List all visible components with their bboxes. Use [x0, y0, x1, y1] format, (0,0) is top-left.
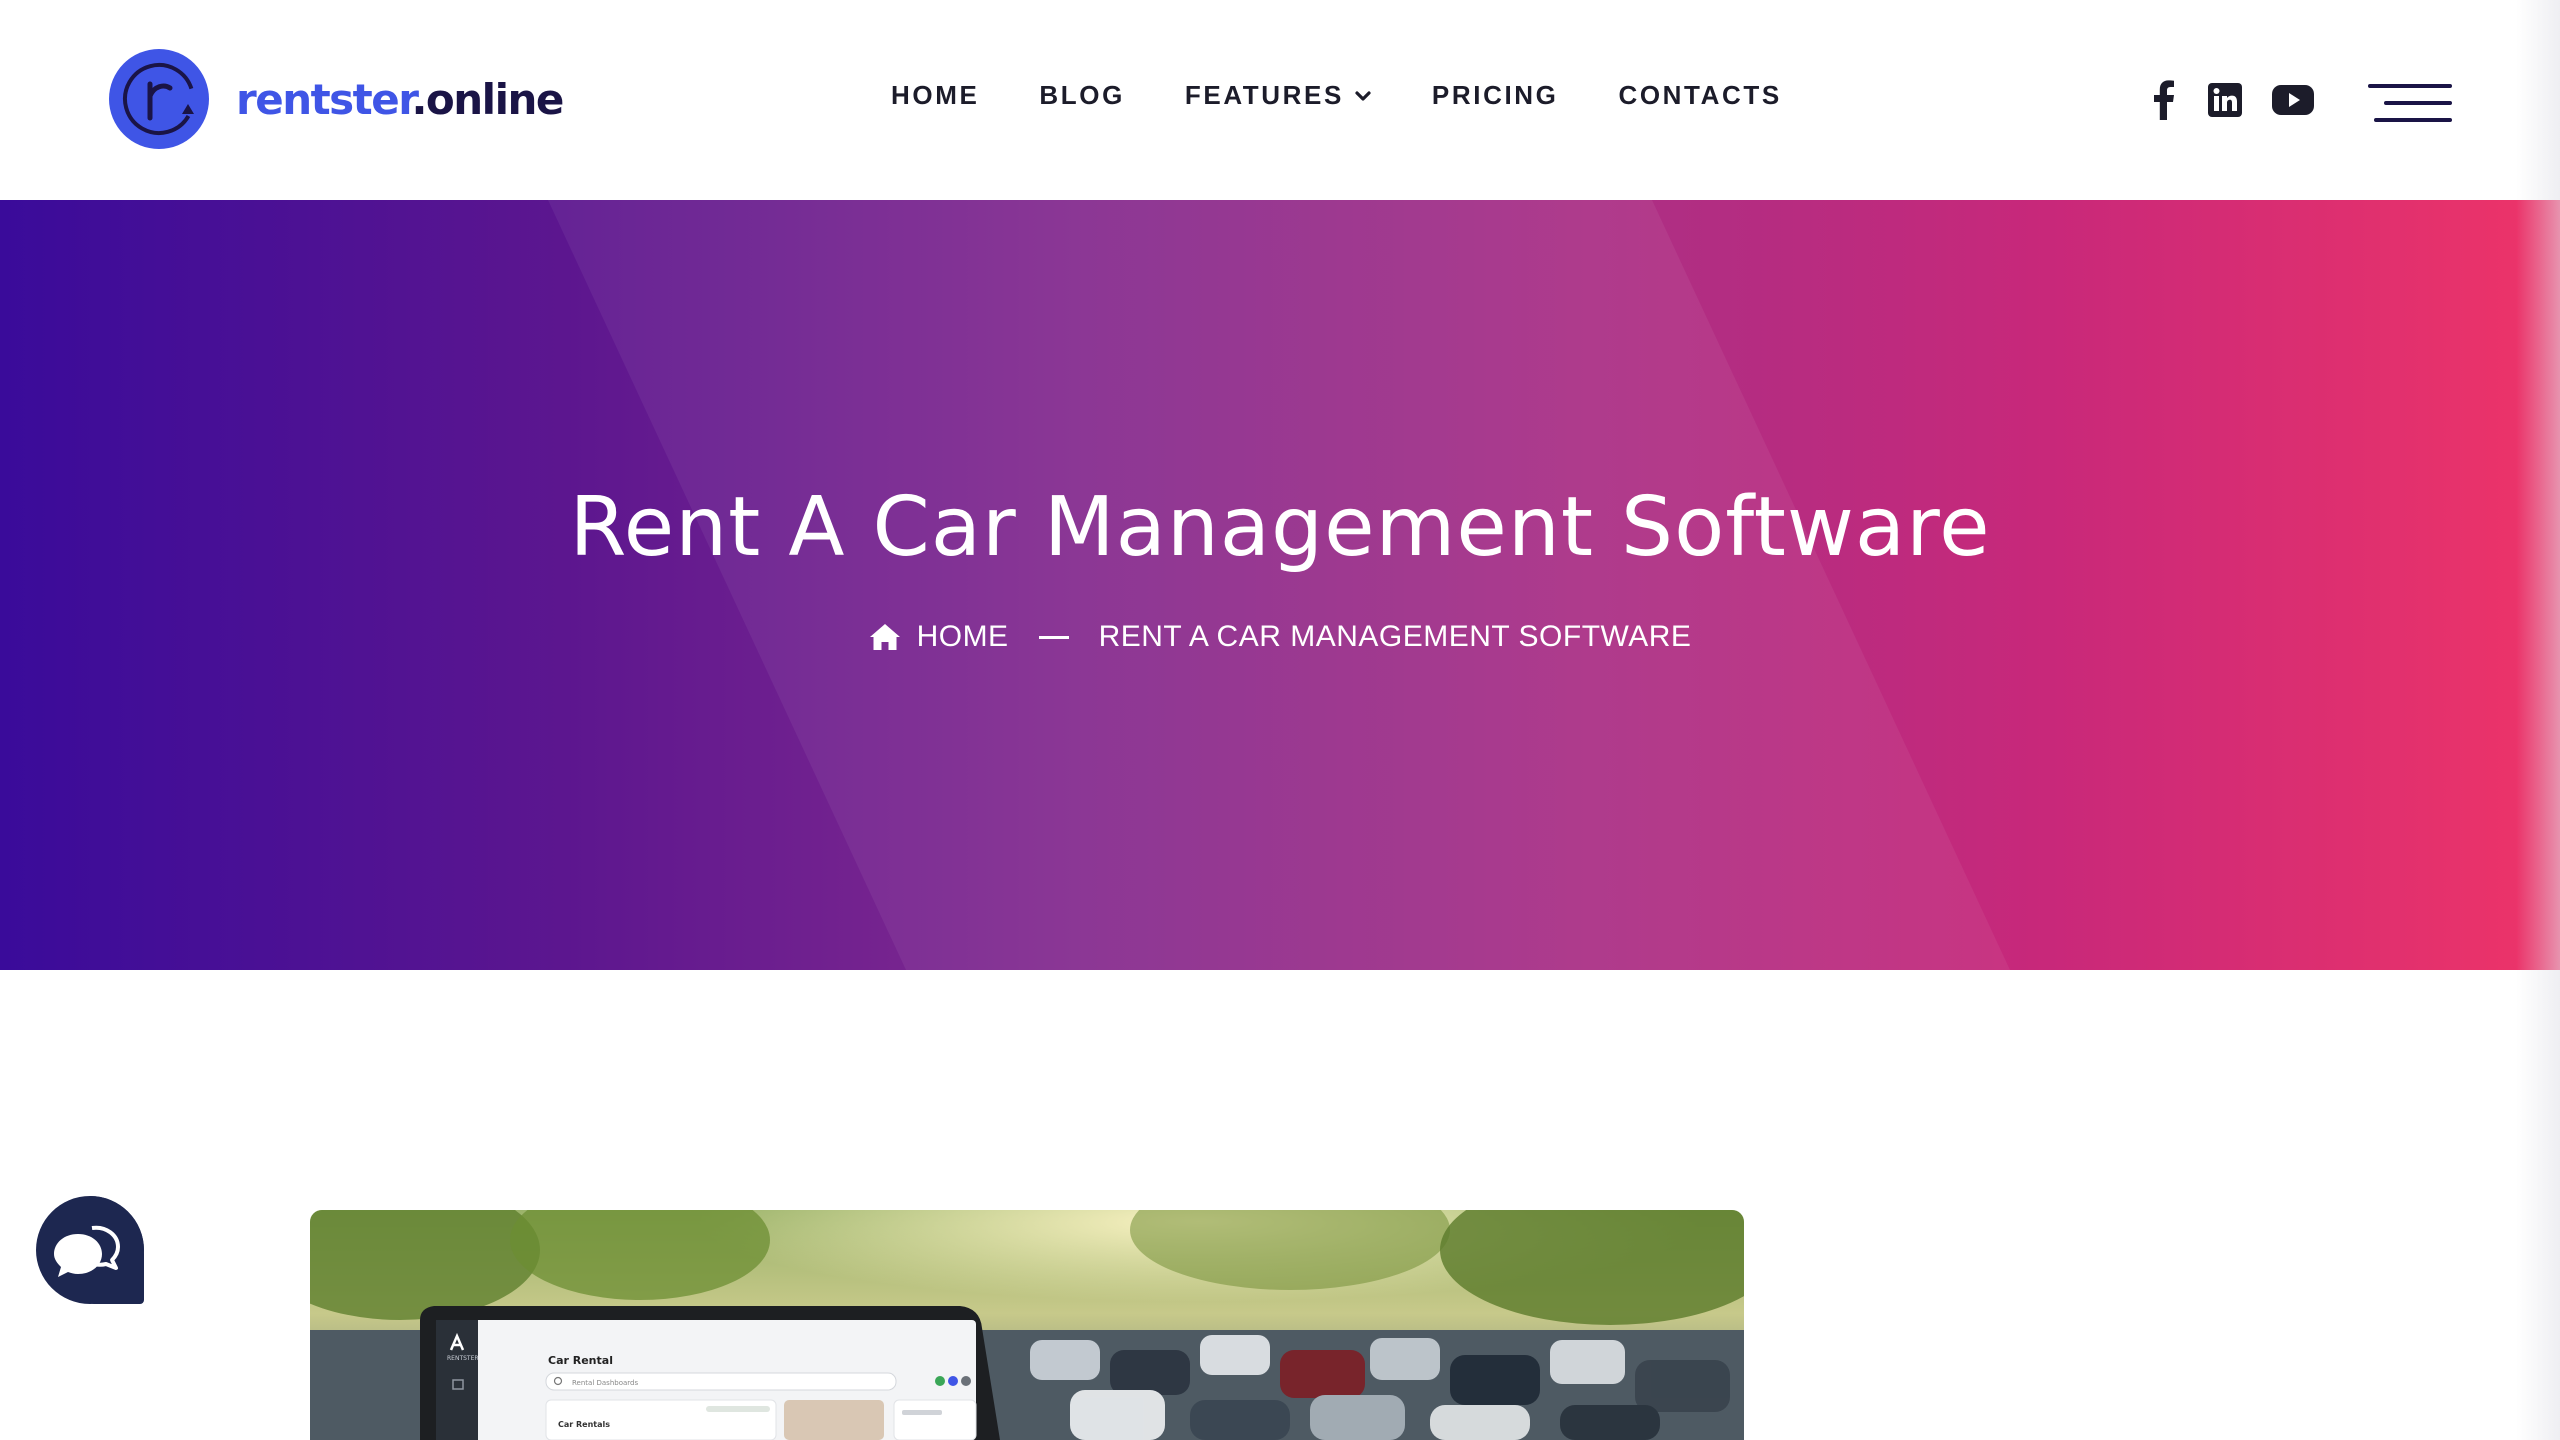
nav-contacts-label: CONTACTS: [1618, 80, 1782, 110]
nav-contacts[interactable]: CONTACTS: [1618, 80, 1781, 111]
nav-pricing[interactable]: PRICING: [1432, 80, 1559, 111]
site-header: rentster.online HOME BLOG FEATURES PRICI…: [0, 0, 2560, 200]
nav-features-label: FEATURES: [1184, 80, 1344, 110]
laptop-screen-title: Car Rental: [548, 1354, 613, 1367]
menu-line-icon: [2384, 101, 2452, 105]
menu-line-icon: [2368, 84, 2452, 88]
laptop-search-placeholder: Rental Dashboards: [572, 1379, 638, 1387]
social-links: [2148, 80, 2314, 120]
logo-text-part2: .online: [411, 74, 564, 124]
linkedin-icon[interactable]: [2208, 83, 2242, 117]
breadcrumb-separator: [1038, 635, 1069, 639]
breadcrumb-home-link[interactable]: HOME: [869, 620, 1009, 654]
nav-home-label: HOME: [891, 80, 980, 110]
page-title: Rent A Car Management Software: [569, 480, 1991, 575]
nav-blog[interactable]: BLOG: [1039, 80, 1125, 111]
page-hero-banner: Rent A Car Management Software HOME RENT…: [0, 200, 2560, 970]
chevron-down-icon: [1355, 90, 1371, 101]
logo-text-part1: rentster: [236, 74, 413, 124]
breadcrumb-current: RENT A CAR MANAGEMENT SOFTWARE: [1098, 620, 1692, 653]
nav-features[interactable]: FEATURES: [1185, 80, 1372, 111]
nav-home[interactable]: HOME: [891, 80, 979, 111]
nav-blog-label: BLOG: [1039, 80, 1125, 110]
breadcrumb: HOME RENT A CAR MANAGEMENT SOFTWARE: [0, 620, 2560, 654]
laptop-sidebar-brand: RENTSTER: [447, 1355, 479, 1362]
site-logo[interactable]: rentster.online: [108, 48, 564, 150]
feature-image-art: RENTSTER Car Rental Rental Dashboards Ca…: [310, 1210, 1744, 1440]
youtube-icon[interactable]: [2272, 85, 2314, 115]
menu-line-icon: [2374, 118, 2452, 122]
chat-widget-button[interactable]: [34, 1194, 146, 1306]
home-icon: [869, 624, 900, 650]
logo-wordmark: rentster.online: [236, 74, 564, 124]
logo-icon: [109, 49, 209, 149]
hero-decorative-shape: [548, 200, 2010, 970]
menu-toggle-button[interactable]: [2368, 82, 2452, 124]
main-nav: HOME BLOG FEATURES PRICING CONTACTS: [891, 80, 1782, 111]
feature-image: RENTSTER Car Rental Rental Dashboards Ca…: [310, 1210, 1744, 1440]
nav-pricing-label: PRICING: [1431, 80, 1559, 110]
breadcrumb-home-label: HOME: [916, 620, 1009, 653]
facebook-icon[interactable]: [2148, 80, 2178, 120]
laptop-row-label: Car Rentals: [558, 1420, 610, 1429]
